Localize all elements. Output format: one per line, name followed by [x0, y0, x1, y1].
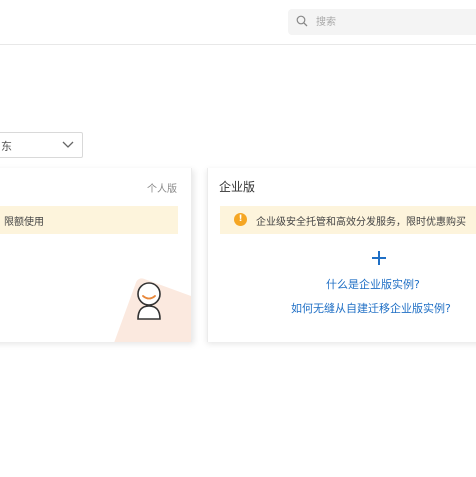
warning-icon: !	[234, 213, 247, 226]
personal-notice-text: 限额使用	[4, 217, 44, 228]
search-box[interactable]	[288, 9, 476, 35]
enterprise-notice-text: 企业级安全托管和高效分发服务，限时优惠购买	[256, 217, 466, 228]
migrate-to-enterprise-link[interactable]: 如何无缝从自建迁移企业版实例?	[291, 300, 451, 316]
top-bar	[0, 0, 476, 45]
region-select[interactable]: 东	[0, 132, 83, 158]
avatar-icon	[137, 282, 161, 320]
enterprise-card-title: 企业版	[219, 180, 256, 194]
search-input[interactable]	[316, 12, 466, 32]
chevron-down-icon	[62, 141, 74, 148]
region-select-value: 东	[1, 140, 12, 153]
enterprise-notice-bar: ! 企业级安全托管和高效分发服务，限时优惠购买	[220, 206, 476, 234]
what-is-enterprise-link[interactable]: 什么是企业版实例?	[326, 276, 420, 292]
enterprise-edition-card[interactable]: 企业版 ! 企业级安全托管和高效分发服务，限时优惠购买 什么是企业版实例? 如何…	[207, 168, 476, 342]
plus-icon[interactable]	[371, 250, 387, 266]
personal-edition-card[interactable]: 个人版 限额使用	[0, 168, 192, 342]
search-icon	[296, 15, 308, 27]
personal-notice-bar: 限额使用	[0, 206, 178, 234]
personal-edition-tag: 个人版	[147, 184, 177, 195]
